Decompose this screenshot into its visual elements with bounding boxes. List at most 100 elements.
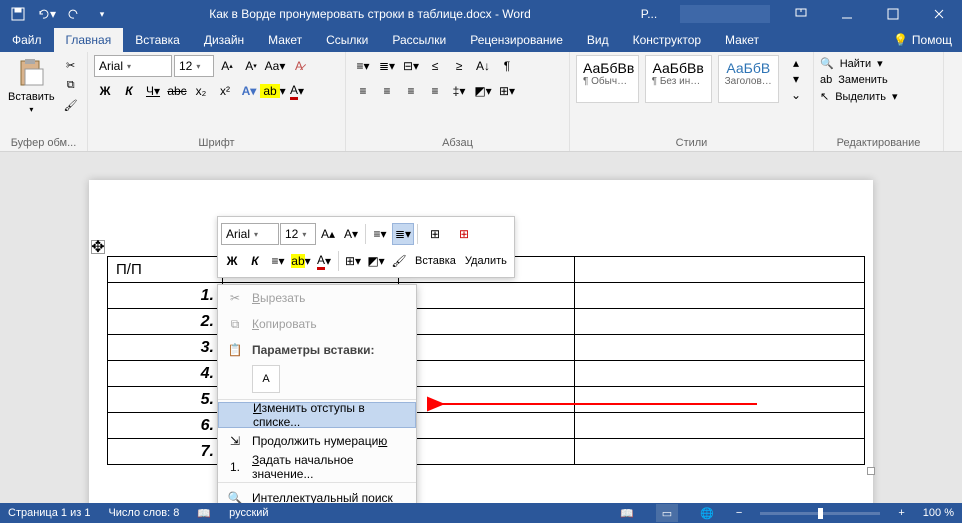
line-spacing-icon[interactable]: ‡▾ — [448, 80, 470, 102]
align-left-icon[interactable]: ≡ — [352, 80, 374, 102]
mini-delete-icon[interactable]: ⊞ — [450, 220, 478, 248]
underline-button[interactable]: Ч▾ — [142, 80, 164, 102]
tab-review[interactable]: Рецензирование — [458, 28, 575, 52]
maximize-icon[interactable] — [870, 0, 916, 28]
page[interactable]: ✥ П/П 1. 2. 3. 4. 5. 6. 7. Arial▾ 12▾ A▴… — [89, 180, 873, 503]
mini-bold[interactable]: Ж — [221, 250, 243, 272]
print-layout-icon[interactable]: ▭ — [656, 504, 678, 522]
mini-insert-icon[interactable]: ⊞ — [421, 220, 449, 248]
mini-bullets-icon[interactable]: ≡▾ — [369, 223, 391, 245]
style-normal[interactable]: АаБбВв¶ Обычный — [576, 55, 639, 103]
ctx-continue-numbering[interactable]: ⇲Продолжить нумерацию — [218, 428, 416, 454]
style-nospacing[interactable]: АаБбВв¶ Без инте... — [645, 55, 712, 103]
mini-align-icon[interactable]: ≡▾ — [267, 250, 289, 272]
ctx-copy[interactable]: ⧉Копировать — [218, 311, 416, 337]
text-effects-icon[interactable]: A▾ — [238, 80, 260, 102]
mini-fontcolor-icon[interactable]: A▾ — [313, 250, 335, 272]
user-badge[interactable]: P... — [626, 7, 672, 21]
minimize-icon[interactable] — [824, 0, 870, 28]
strike-button[interactable]: abc — [166, 80, 188, 102]
table-resize-handle-icon[interactable] — [867, 467, 875, 475]
style-heading1[interactable]: АаБбВЗаголово... — [718, 55, 779, 103]
mini-shrink-icon[interactable]: A▾ — [340, 223, 362, 245]
tab-table-design[interactable]: Конструктор — [621, 28, 713, 52]
select-button[interactable]: ↖Выделить▾ — [820, 88, 937, 105]
replace-button[interactable]: abЗаменить — [820, 72, 937, 88]
cut-icon[interactable]: ✂ — [61, 57, 81, 75]
tab-view[interactable]: Вид — [575, 28, 621, 52]
read-mode-icon[interactable]: 📖 — [616, 504, 638, 522]
paste-button[interactable]: Вставить ▾ — [6, 55, 57, 116]
header-cell[interactable]: П/П — [108, 257, 223, 283]
mini-shading-icon[interactable]: ◩▾ — [365, 250, 387, 272]
tab-mailings[interactable]: Рассылки — [380, 28, 458, 52]
redo-icon[interactable] — [62, 3, 86, 25]
mini-grow-icon[interactable]: A▴ — [317, 223, 339, 245]
document-canvas[interactable]: ✥ П/П 1. 2. 3. 4. 5. 6. 7. Arial▾ 12▾ A▴… — [0, 152, 962, 503]
superscript-button[interactable]: x² — [214, 80, 236, 102]
align-right-icon[interactable]: ≡ — [400, 80, 422, 102]
user-area[interactable] — [680, 5, 770, 23]
align-center-icon[interactable]: ≡ — [376, 80, 398, 102]
shading-icon[interactable]: ◩▾ — [472, 80, 494, 102]
decrease-indent-icon[interactable]: ≤ — [424, 55, 446, 77]
ctx-cut[interactable]: ✂Вырезать — [218, 285, 416, 311]
status-words[interactable]: Число слов: 8 — [108, 507, 179, 519]
highlight-icon[interactable]: ab▾ — [262, 80, 284, 102]
ctx-smart-lookup[interactable]: 🔍Интеллектуальный поиск — [218, 485, 416, 503]
table-move-handle-icon[interactable]: ✥ — [91, 240, 105, 254]
mini-border-icon[interactable]: ⊞▾ — [342, 250, 364, 272]
mini-italic[interactable]: К — [244, 250, 266, 272]
status-page[interactable]: Страница 1 из 1 — [8, 507, 90, 519]
ctx-change-indents[interactable]: Изменить отступы в списке... — [218, 402, 416, 428]
mini-painter-icon[interactable]: 🖌 — [388, 250, 410, 272]
tell-me[interactable]: 💡 Помощ — [883, 28, 962, 52]
mini-highlight-icon[interactable]: ab▾ — [290, 250, 312, 272]
mini-numbering-icon[interactable]: ≣▾ — [392, 223, 414, 245]
tab-table-layout[interactable]: Макет — [713, 28, 771, 52]
web-layout-icon[interactable]: 🌐 — [696, 504, 718, 522]
grow-font-icon[interactable]: A▴ — [216, 55, 238, 77]
ribbon-options-icon[interactable] — [778, 0, 824, 28]
tab-insert[interactable]: Вставка — [123, 28, 192, 52]
subscript-button[interactable]: x₂ — [190, 80, 212, 102]
close-icon[interactable] — [916, 0, 962, 28]
multilevel-icon[interactable]: ⊟▾ — [400, 55, 422, 77]
font-size-combo[interactable]: 12▾ — [174, 55, 214, 77]
italic-button[interactable]: К — [118, 80, 140, 102]
zoom-out-icon[interactable]: − — [736, 507, 742, 519]
justify-icon[interactable]: ≡ — [424, 80, 446, 102]
tab-layout[interactable]: Макет — [256, 28, 314, 52]
tab-file[interactable]: Файл — [0, 28, 54, 52]
increase-indent-icon[interactable]: ≥ — [448, 55, 470, 77]
format-painter-icon[interactable]: 🖌 — [61, 97, 81, 115]
copy-icon[interactable]: ⧉ — [61, 77, 81, 95]
bullets-icon[interactable]: ≡▾ — [352, 55, 374, 77]
zoom-level[interactable]: 100 % — [923, 507, 954, 519]
status-proofing-icon[interactable]: 📖 — [197, 507, 211, 520]
bold-button[interactable]: Ж — [94, 80, 116, 102]
zoom-in-icon[interactable]: + — [898, 507, 904, 519]
font-family-combo[interactable]: Arial▾ — [94, 55, 172, 77]
mini-font-combo[interactable]: Arial▾ — [221, 223, 279, 245]
change-case-button[interactable]: Aa▾ — [264, 55, 286, 77]
status-language[interactable]: русский — [229, 507, 268, 519]
font-color-icon[interactable]: A▾ — [286, 80, 308, 102]
show-marks-icon[interactable]: ¶ — [496, 55, 518, 77]
borders-icon[interactable]: ⊞▾ — [496, 80, 518, 102]
find-button[interactable]: 🔍Найти▾ — [820, 55, 937, 72]
shrink-font-icon[interactable]: A▾ — [240, 55, 262, 77]
styles-scroll[interactable]: ▴▾⌄ — [785, 55, 807, 103]
paste-text-only-icon[interactable]: A — [252, 365, 280, 393]
undo-icon[interactable]: ▾ — [34, 3, 58, 25]
zoom-slider[interactable] — [760, 512, 880, 515]
ctx-set-start[interactable]: 1.Задать начальное значение... — [218, 454, 416, 480]
save-icon[interactable] — [6, 3, 30, 25]
sort-icon[interactable]: A↓ — [472, 55, 494, 77]
clear-formatting-icon[interactable]: A̷ — [288, 55, 310, 77]
qat-customize-icon[interactable]: ▾ — [90, 3, 114, 25]
tab-references[interactable]: Ссылки — [314, 28, 380, 52]
tab-design[interactable]: Дизайн — [192, 28, 256, 52]
mini-size-combo[interactable]: 12▾ — [280, 223, 316, 245]
tab-home[interactable]: Главная — [54, 28, 124, 52]
